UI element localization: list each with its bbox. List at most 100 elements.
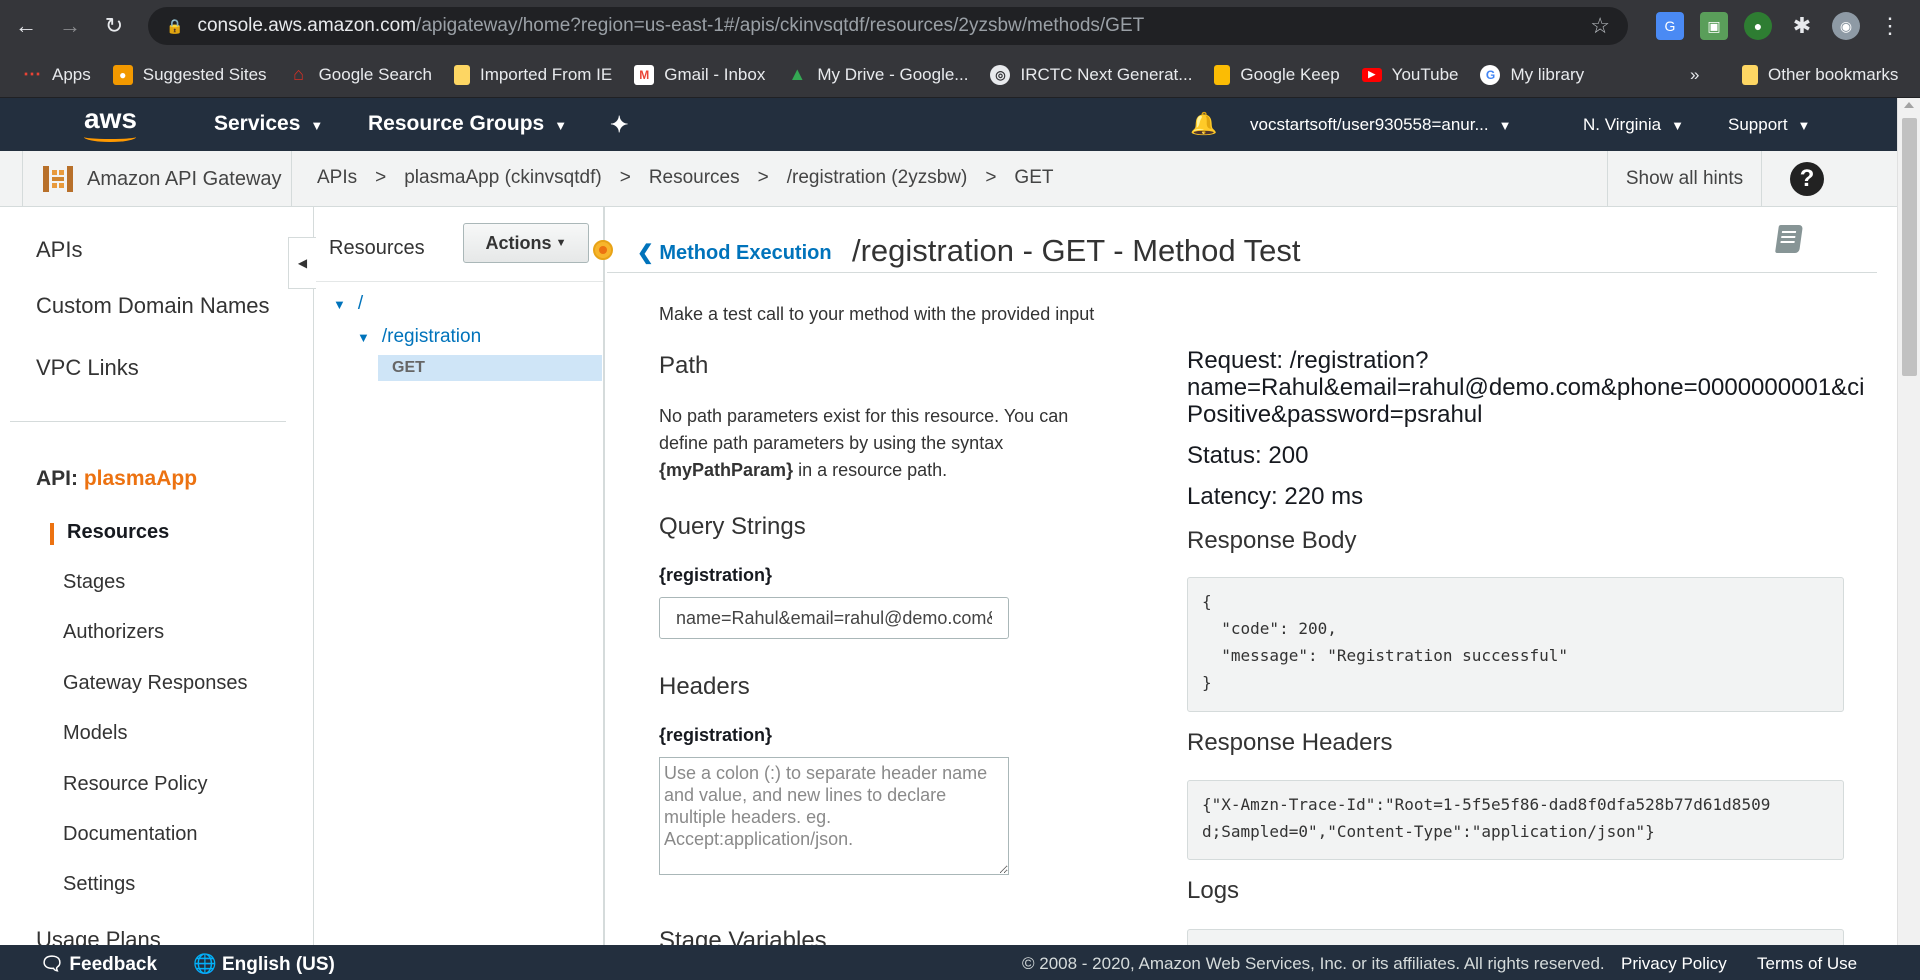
documentation-book-icon[interactable]	[1775, 225, 1803, 253]
url-path: /apigateway/home?region=us-east-1#/apis/…	[416, 15, 1145, 36]
logs-box	[1187, 929, 1844, 945]
bookmark-my-drive[interactable]: ▲ My Drive - Google...	[787, 64, 968, 85]
nav-resources[interactable]: Resources	[67, 521, 169, 544]
nav-authorizers[interactable]: Authorizers	[63, 621, 164, 644]
forward-arrow-icon[interactable]: →	[52, 8, 88, 44]
reload-icon[interactable]: ↻	[96, 8, 132, 44]
browser-toolbar: ← → ↻ 🔒 console.aws.amazon.com/apigatewa…	[0, 0, 1920, 52]
nav-divider	[10, 421, 286, 422]
other-bookmarks-label: Other bookmarks	[1768, 64, 1899, 84]
privacy-policy-link[interactable]: Privacy Policy	[1621, 954, 1727, 974]
nav-gateway-responses[interactable]: Gateway Responses	[63, 672, 248, 695]
response-headers: {"X-Amzn-Trace-Id":"Root=1-5f5e5f86-dad8…	[1187, 780, 1844, 860]
active-indicator	[50, 523, 54, 545]
nav-models[interactable]: Models	[63, 722, 127, 745]
bookmark-google-keep[interactable]: Google Keep	[1214, 64, 1340, 85]
speech-bubble-icon: 🗨	[40, 954, 70, 975]
translate-extension-icon[interactable]: G	[1656, 12, 1684, 40]
bookmark-imported-from-ie[interactable]: Imported From IE	[453, 64, 613, 85]
breadcrumb-resource[interactable]: /registration (2yzsbw)	[787, 167, 968, 188]
headers-heading: Headers	[659, 673, 750, 700]
collapse-nav-button[interactable]: ◀	[288, 237, 316, 289]
nav-vpc-links[interactable]: VPC Links	[36, 355, 139, 381]
left-navigation: APIs Custom Domain Names VPC Links API: …	[0, 207, 314, 945]
chevron-down-icon: ▼	[1797, 118, 1811, 133]
browser-menu-icon[interactable]: ⋮	[1876, 12, 1904, 40]
method-execution-link[interactable]: ❮ Method Execution	[637, 240, 832, 265]
nav-stages[interactable]: Stages	[63, 571, 125, 594]
pin-icon[interactable]: ✦	[610, 112, 628, 138]
bookmark-label: Gmail - Inbox	[664, 64, 766, 84]
tree-node-registration[interactable]: ▼ /registration	[357, 326, 481, 348]
profile-avatar-icon[interactable]: ◉	[1832, 12, 1860, 40]
nav-apis[interactable]: APIs	[36, 237, 82, 263]
api-name[interactable]: plasmaApp	[84, 467, 197, 490]
color-extension-icon[interactable]: ●	[1744, 12, 1772, 40]
chevron-down-icon: ▼	[310, 118, 324, 133]
query-string-input[interactable]	[659, 597, 1009, 639]
bookmark-suggested-sites[interactable]: ● Suggested Sites	[112, 64, 267, 85]
request-line: name=Rahul&email=rahul@demo.com&phone=00…	[1187, 374, 1865, 401]
extensions-puzzle-icon[interactable]: ✱	[1788, 12, 1816, 40]
nav-resource-policy[interactable]: Resource Policy	[63, 773, 208, 796]
bookmark-irctc[interactable]: ◎ IRCTC Next Generat...	[990, 64, 1192, 85]
image-extension-icon[interactable]: ▣	[1700, 12, 1728, 40]
method-execution-label: Method Execution	[659, 242, 832, 264]
other-bookmarks[interactable]: Other bookmarks	[1742, 64, 1899, 85]
nav-custom-domain-names[interactable]: Custom Domain Names	[36, 293, 270, 319]
language-label: English (US)	[221, 954, 335, 975]
support-menu[interactable]: Support ▼	[1728, 115, 1810, 135]
scroll-up-icon[interactable]	[1904, 102, 1914, 108]
lock-icon: 🔒	[166, 17, 184, 34]
address-bar[interactable]: 🔒 console.aws.amazon.com/apigateway/home…	[148, 7, 1628, 45]
feedback-button[interactable]: 🗨 Feedback	[40, 952, 157, 976]
bookmark-apps[interactable]: ⋯ Apps	[22, 64, 91, 85]
gmail-icon: M	[634, 64, 655, 85]
api-gateway-home-link[interactable]: Amazon API Gateway	[22, 151, 292, 207]
breadcrumb-apis[interactable]: APIs	[317, 167, 357, 188]
folder-icon	[453, 64, 470, 85]
language-selector[interactable]: 🌐 English (US)	[193, 952, 335, 976]
bookmark-my-library[interactable]: G My library	[1480, 64, 1584, 85]
back-arrow-icon: ❮	[637, 242, 660, 264]
api-prefix: API:	[36, 467, 78, 490]
nav-documentation[interactable]: Documentation	[63, 823, 198, 846]
nav-usage-plans[interactable]: Usage Plans	[36, 927, 161, 945]
services-menu[interactable]: Services ▼	[214, 112, 323, 136]
request-summary: Request: /registration? name=Rahul&email…	[1187, 347, 1897, 428]
tree-node-label: /registration	[381, 326, 482, 347]
bookmark-youtube[interactable]: ▶ YouTube	[1361, 65, 1458, 85]
bookmark-label: Suggested Sites	[142, 64, 267, 84]
headers-textarea[interactable]	[659, 757, 1009, 875]
breadcrumb-resources[interactable]: Resources	[649, 167, 740, 188]
bookmark-google-search[interactable]: ⌂ Google Search	[289, 64, 432, 85]
terms-of-use-link[interactable]: Terms of Use	[1757, 954, 1857, 974]
headers-label: {registration}	[659, 725, 773, 745]
bookmark-label: Imported From IE	[479, 64, 613, 84]
bookmarks-overflow-button[interactable]: »	[1690, 65, 1699, 85]
drive-icon: ▲	[788, 64, 807, 84]
scrollbar-thumb[interactable]	[1902, 118, 1917, 376]
bookmark-gmail[interactable]: M Gmail - Inbox	[634, 64, 766, 85]
bookmark-star-icon[interactable]: ☆	[1590, 13, 1610, 39]
resource-groups-menu[interactable]: Resource Groups ▼	[368, 112, 567, 136]
page-scrollbar[interactable]	[1897, 98, 1920, 945]
actions-button[interactable]: Actions ▼	[463, 223, 589, 263]
api-heading: API: plasmaApp	[36, 467, 197, 491]
title-divider	[607, 272, 1877, 273]
breadcrumb-api[interactable]: plasmaApp (ckinvsqtdf)	[404, 167, 601, 188]
help-icon[interactable]: ?	[1790, 162, 1824, 196]
account-label: vocstartsoft/user930558=anur...	[1250, 115, 1489, 134]
show-all-hints-button[interactable]: Show all hints	[1607, 151, 1762, 207]
nav-settings[interactable]: Settings	[63, 873, 135, 896]
account-menu[interactable]: vocstartsoft/user930558=anur... ▼	[1250, 115, 1512, 135]
resource-groups-label: Resource Groups	[368, 112, 545, 135]
path-text: in a resource path.	[793, 460, 948, 480]
region-menu[interactable]: N. Virginia ▼	[1583, 115, 1684, 135]
back-arrow-icon[interactable]: ←	[8, 8, 44, 44]
tree-node-get-method[interactable]: GET	[378, 355, 602, 381]
bell-icon[interactable]: 🔔	[1190, 111, 1217, 137]
tree-node-root[interactable]: ▼ /	[333, 293, 363, 315]
aws-logo[interactable]: aws	[84, 103, 137, 135]
apps-grid-icon: ⋯	[23, 64, 41, 84]
